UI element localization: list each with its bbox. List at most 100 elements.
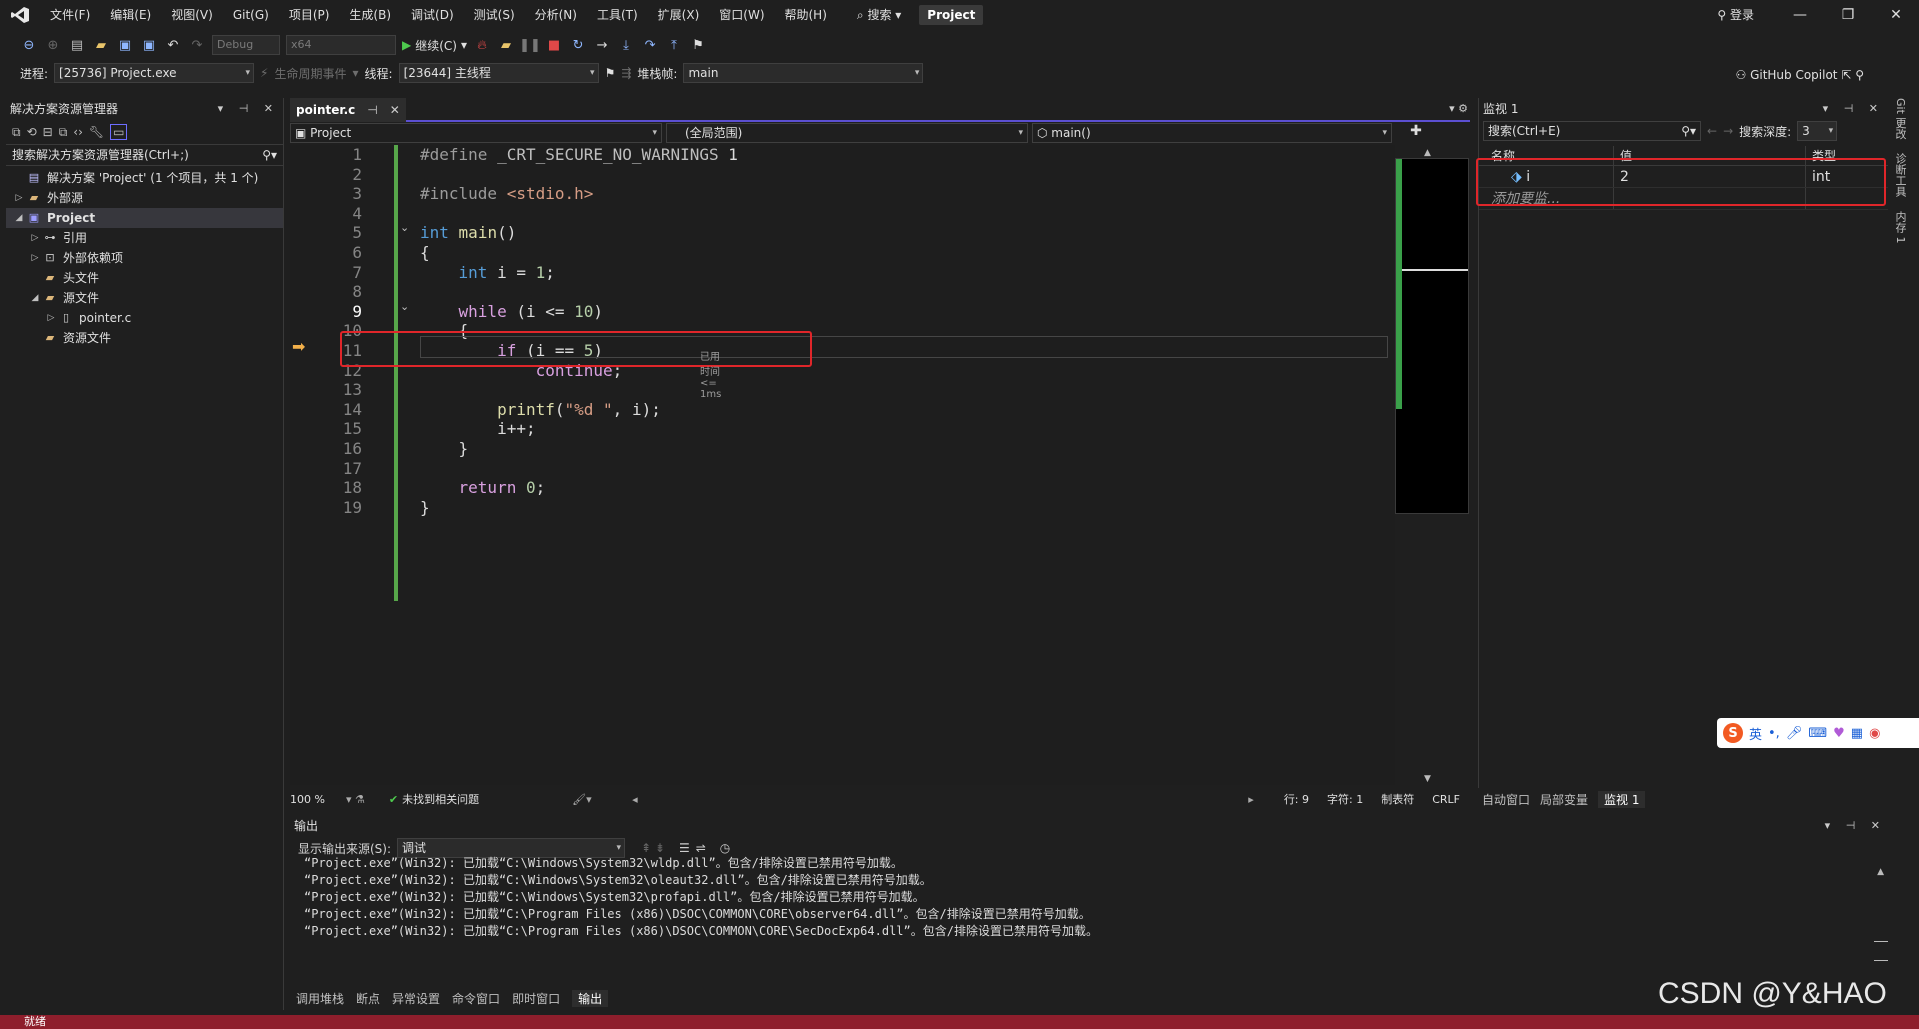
tree-row[interactable]: ▷ ▯ pointer.c <box>6 308 283 328</box>
brush-icon[interactable]: 🖌︎▾ <box>572 793 632 806</box>
bottom-tab[interactable]: 调用堆栈 <box>296 990 344 1007</box>
bookmark-icon[interactable]: ⚑ <box>689 36 707 54</box>
stop-icon[interactable]: ■ <box>545 36 563 54</box>
code-view-icon[interactable]: ‹› <box>73 125 83 139</box>
project-dropdown[interactable]: ▣ Project ▾ <box>290 123 662 143</box>
menu-item[interactable]: 文件(F) <box>40 0 100 30</box>
expand-toggle-icon[interactable]: ▷ <box>44 308 58 328</box>
search-menu-button[interactable]: ⌕ 搜索 ▾ <box>847 0 911 30</box>
show-all-files-icon[interactable]: ⧉ <box>59 125 68 140</box>
scroll-left-icon[interactable]: ◂ <box>632 793 638 806</box>
expand-toggle-icon[interactable]: ▷ <box>28 228 42 248</box>
fold-toggle-icon[interactable]: ⌄ <box>400 221 409 234</box>
scroll-up-icon[interactable]: ▲ <box>1424 148 1431 158</box>
expand-toggle-icon[interactable]: ▷ <box>28 248 42 268</box>
skin-icon[interactable]: ♥ <box>1833 726 1845 741</box>
output-scroll-up-icon[interactable]: ▲ <box>1877 867 1884 877</box>
minimize-button[interactable]: — <box>1777 0 1823 30</box>
open-file-icon[interactable]: ▰ <box>92 36 110 54</box>
new-project-icon[interactable]: ▤ <box>68 36 86 54</box>
menu-item[interactable]: 调试(D) <box>401 0 464 30</box>
menu-item[interactable]: Git(G) <box>223 0 279 30</box>
restart-icon[interactable]: ↻ <box>569 36 587 54</box>
menu-item[interactable]: 扩展(X) <box>648 0 710 30</box>
tab-pointer-c[interactable]: pointer.c ⊣ ✕ <box>290 98 406 122</box>
collapse-icon[interactable]: ⊟ <box>43 125 53 139</box>
output-scrollbar-thumb[interactable] <box>1874 941 1888 961</box>
bottom-tab[interactable]: 断点 <box>356 990 380 1007</box>
search-depth-select[interactable]: 3 ▾ <box>1797 121 1838 141</box>
function-dropdown[interactable]: ⬡ main() ▾ <box>1032 123 1392 143</box>
expand-toggle-icon[interactable]: ▷ <box>12 188 26 208</box>
side-tool-tab[interactable]: Git 更改 <box>1892 98 1908 139</box>
restore-button[interactable]: ❐ <box>1825 0 1871 30</box>
tree-row[interactable]: ▰ 头文件 <box>6 268 283 288</box>
undo-icon[interactable]: ↶ <box>164 36 182 54</box>
redo-icon[interactable]: ↷ <box>188 36 206 54</box>
apps-icon[interactable]: ▦ <box>1851 726 1863 741</box>
bottom-tab[interactable]: 输出 <box>572 989 609 1007</box>
folder-icon[interactable]: ▰ <box>497 36 515 54</box>
menu-item[interactable]: 窗口(W) <box>709 0 774 30</box>
lifecycle-events-label[interactable]: 生命周期事件 <box>274 65 346 82</box>
side-tool-tab[interactable]: 内存 1 <box>1892 211 1908 244</box>
step-into-icon[interactable]: ⤓ <box>617 36 635 54</box>
indent-mode[interactable]: 制表符 <box>1381 791 1414 807</box>
pause-icon[interactable]: ❚❚ <box>519 36 541 54</box>
hot-reload-icon[interactable]: 🔥︎ <box>473 36 491 54</box>
tree-row[interactable]: ◢ ▰ 源文件 <box>6 288 283 308</box>
menu-item[interactable]: 编辑(E) <box>100 0 161 30</box>
history-icon[interactable]: ⟲ <box>27 125 37 139</box>
login-button[interactable]: ⚲ 登录 <box>1717 0 1754 30</box>
preview-icon[interactable]: ▭ <box>110 124 128 140</box>
avatar-icon[interactable]: ◉ <box>1869 726 1880 741</box>
configuration-select[interactable]: Debug <box>212 35 280 55</box>
tree-row[interactable]: ▷ ⊡ 外部依赖项 <box>6 248 283 268</box>
line-ending[interactable]: CRLF <box>1432 793 1460 806</box>
timestamp-icon[interactable]: ◷ <box>720 841 730 855</box>
code-text[interactable]: } <box>420 496 430 520</box>
search-forward-icon[interactable]: → <box>1723 124 1733 138</box>
tree-row[interactable]: ▷ ⊶ 引用 <box>6 228 283 248</box>
output-text[interactable]: “Project.exe”(Win32): 已加载“C:\Windows\Sys… <box>304 855 1098 940</box>
menu-item[interactable]: 帮助(H) <box>775 0 837 30</box>
close-window-button[interactable]: ✕ <box>1873 0 1919 30</box>
panel-controls[interactable]: ▾ ⊣ ✕ <box>218 98 279 120</box>
punctuation-icon[interactable]: •, <box>1768 726 1780 741</box>
tree-row[interactable]: ▤ 解决方案 'Project' (1 个项目，共 1 个) <box>6 168 283 188</box>
search-back-icon[interactable]: ← <box>1707 124 1717 138</box>
code-minimap[interactable] <box>1395 158 1469 514</box>
step-out-icon[interactable]: ⤒ <box>665 36 683 54</box>
close-tab-icon[interactable]: ✕ <box>390 98 400 122</box>
code-editor[interactable]: 1 #define _CRT_SECURE_NO_WARNINGS 1 2 3 #inc… <box>290 145 1395 785</box>
scope-dropdown[interactable]: (全局范围) ▾ <box>666 123 1028 143</box>
filter-icon[interactable]: ⇶ <box>621 66 631 80</box>
panel-controls[interactable]: ▾ ⊣ ✕ <box>1825 815 1886 837</box>
pin-icon[interactable]: ⊣ <box>367 98 377 122</box>
tree-row[interactable]: ▰ 资源文件 <box>6 328 283 348</box>
lifecycle-events-icon[interactable]: ⚡ <box>260 66 268 80</box>
back-icon[interactable]: ⊖ <box>20 36 38 54</box>
watch-search-input[interactable]: 搜索(Ctrl+E) ⚲▾ <box>1483 121 1701 141</box>
solution-search-input[interactable]: 搜索解决方案资源管理器(Ctrl+;) ⚲▾ <box>6 144 283 166</box>
forward-icon[interactable]: ⊕ <box>44 36 62 54</box>
menu-item[interactable]: 生成(B) <box>339 0 401 30</box>
issues-status[interactable]: 未找到相关问题 <box>402 791 572 807</box>
expand-toggle-icon[interactable]: ◢ <box>12 208 26 228</box>
debug-window-tab[interactable]: 局部变量 <box>1540 791 1588 808</box>
side-tool-tab[interactable]: 诊断工具 <box>1892 153 1908 197</box>
menu-item[interactable]: 视图(V) <box>161 0 223 30</box>
debug-window-tab[interactable]: 自动窗口 <box>1482 791 1530 808</box>
tree-row[interactable]: ◢ ▣ Project <box>6 208 283 228</box>
menu-item[interactable]: 项目(P) <box>279 0 340 30</box>
flag-icon[interactable]: ⚑ <box>605 66 616 80</box>
scroll-down-icon[interactable]: ▼ <box>1424 774 1431 784</box>
bottom-tab[interactable]: 异常设置 <box>392 990 440 1007</box>
bottom-tab[interactable]: 即时窗口 <box>512 990 560 1007</box>
find-message-icon[interactable]: ⇞ ⇟ <box>641 841 665 855</box>
keyboard-icon[interactable]: ⌨ <box>1808 726 1827 741</box>
tab-options-icon[interactable]: ▾ ⚙ <box>1449 102 1468 115</box>
tree-row[interactable]: ▷ ▰ 外部源 <box>6 188 283 208</box>
fold-toggle-icon[interactable]: ⌄ <box>400 300 409 313</box>
debug-window-tab[interactable]: 监视 1 <box>1598 790 1646 808</box>
